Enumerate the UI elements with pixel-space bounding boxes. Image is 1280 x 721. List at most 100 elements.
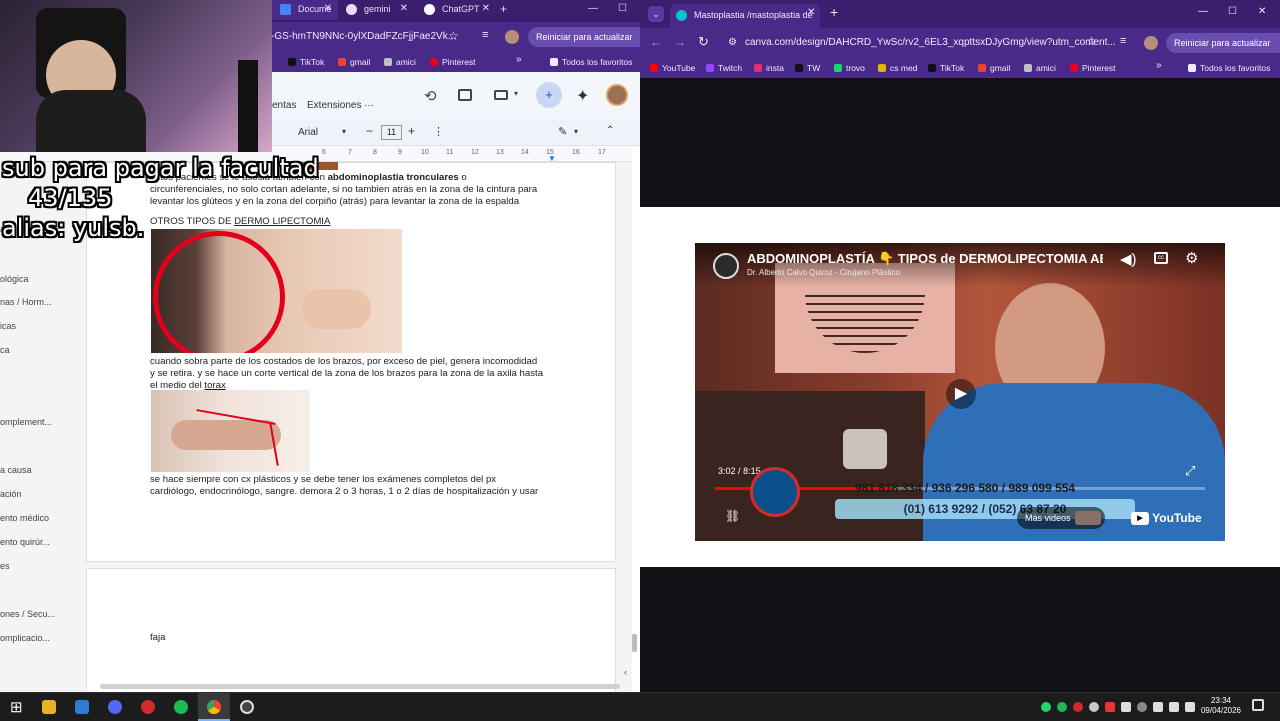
arm-image[interactable] [151, 229, 402, 353]
whatsapp-icon[interactable] [1041, 702, 1051, 712]
close-icon[interactable]: ✕ [324, 0, 332, 18]
minimize-icon[interactable]: — [1198, 6, 1208, 17]
pencil-icon[interactable]: ✎ [558, 125, 567, 138]
youtube-embed[interactable]: ABDOMINOPLASTÍA 👇 TIPOS de DERMOLIPECTOM… [695, 243, 1225, 541]
font-size-input[interactable]: 11 [381, 125, 402, 140]
bookmark-gmail[interactable]: gmail [338, 55, 370, 69]
menu-tools[interactable]: entas [272, 100, 296, 111]
bookmark-amici[interactable]: amici [384, 55, 416, 69]
app-tray-icon[interactable] [1105, 702, 1115, 712]
gemini-icon[interactable]: ✦ [576, 86, 589, 106]
forward-icon[interactable]: → [674, 35, 686, 49]
settings-icon[interactable]: ⚙ [1185, 249, 1198, 267]
bookmark-pinterest[interactable]: Pinterest [1070, 61, 1116, 75]
history-icon[interactable]: ⟲ [424, 87, 437, 105]
reload-icon[interactable]: ↻ [698, 34, 709, 50]
outline-item[interactable]: omplicacio... [0, 633, 50, 643]
close-window-icon[interactable]: ✕ [1258, 6, 1266, 17]
arm-image-2[interactable] [151, 390, 310, 472]
meet-icon[interactable] [494, 90, 508, 100]
outline-item[interactable]: a causa [0, 465, 32, 475]
play-icon[interactable]: ▶ [946, 379, 976, 409]
bookmark-pinterest[interactable]: Pinterest [430, 55, 476, 69]
account-avatar[interactable] [606, 84, 628, 106]
bookmark-tiktok[interactable]: TikTok [288, 55, 324, 69]
chevron-right-icon[interactable]: » [1156, 60, 1162, 71]
star-icon[interactable]: ☆ [448, 29, 459, 43]
font-selector[interactable]: Arial [298, 127, 318, 138]
file-explorer-icon[interactable] [42, 700, 56, 714]
windows-start-icon[interactable]: ⊞ [10, 698, 23, 716]
outline-item[interactable]: icas [0, 321, 16, 331]
discord-icon[interactable] [108, 700, 122, 714]
outline-item[interactable]: ento médico [0, 513, 49, 523]
bookmark-cs-med[interactable]: cs med [878, 61, 917, 75]
volume-tray-icon[interactable] [1185, 702, 1195, 712]
minimize-icon[interactable]: — [588, 3, 598, 14]
menu-extensions[interactable]: Extensiones [307, 100, 361, 111]
notifications-icon[interactable] [1252, 699, 1264, 711]
outline-item[interactable]: ones / Secu... [0, 609, 55, 619]
fullscreen-icon[interactable]: ⤢ [1185, 463, 1195, 479]
star-icon[interactable]: ☆ [1086, 34, 1097, 48]
document-page[interactable] [86, 568, 616, 692]
wifi-icon[interactable] [1169, 702, 1179, 712]
menu-more-icon[interactable]: … [364, 98, 374, 109]
link-icon[interactable]: ⛓ [725, 509, 740, 523]
store-icon[interactable] [75, 700, 89, 714]
more-options-icon[interactable]: ⋮ [433, 125, 444, 138]
site-info-icon[interactable]: ⚙ [728, 37, 737, 48]
video-channel[interactable]: Dr. Alberto Calvo Quiroz - Cirujano Plás… [747, 268, 900, 277]
maximize-icon[interactable]: ☐ [618, 3, 627, 14]
increase-size-icon[interactable]: + [408, 124, 415, 138]
queue-icon[interactable]: ≡ [482, 29, 488, 41]
chevron-right-icon[interactable]: » [516, 54, 522, 65]
bookmark-tiktok[interactable]: TikTok [928, 61, 964, 75]
bookmark-amici[interactable]: amici [1024, 61, 1056, 75]
obs-icon[interactable] [240, 700, 254, 714]
app-tray-icon[interactable] [1137, 702, 1147, 712]
discord-tray-icon[interactable] [1089, 702, 1099, 712]
horizontal-scrollbar[interactable] [100, 684, 620, 689]
captions-icon[interactable]: cc [1154, 252, 1168, 264]
vertical-scrollbar[interactable] [632, 634, 637, 652]
outline-item[interactable]: ación [0, 489, 22, 499]
tab-canva[interactable]: Mastoplastia /mastoplastia de [670, 4, 820, 28]
decrease-size-icon[interactable]: − [366, 124, 373, 138]
tab-docs[interactable]: Docume ✕ [272, 0, 338, 20]
close-icon[interactable]: ✕ [807, 7, 815, 18]
outline-item[interactable]: omplement... [0, 417, 52, 427]
chevron-down-icon[interactable]: ▾ [574, 127, 578, 136]
close-icon[interactable]: ✕ [400, 0, 408, 18]
comment-icon[interactable] [458, 89, 472, 101]
recorder-tray-icon[interactable] [1073, 702, 1083, 712]
tab-gemini[interactable]: gemini ✕ [338, 0, 414, 20]
url-text[interactable]: canva.com/design/DAHCRD_YwSc/rv2_6EL3_xq… [745, 37, 1116, 48]
bookmark-insta[interactable]: insta [754, 61, 784, 75]
chrome-taskbar-active[interactable] [198, 693, 230, 721]
volume-icon[interactable]: ◀) [1120, 250, 1137, 268]
collapse-icon[interactable]: ⌃ [606, 125, 614, 136]
more-videos-button[interactable]: Más videos [1017, 507, 1105, 529]
chevron-down-icon[interactable]: ▾ [514, 89, 518, 98]
outline-item[interactable]: es [0, 561, 10, 571]
all-favorites[interactable]: Todos los favoritos [1188, 61, 1270, 75]
outline-item[interactable]: ento quirúr... [0, 537, 50, 547]
queue-icon[interactable]: ≡ [1120, 35, 1126, 47]
recorder-icon[interactable] [141, 700, 155, 714]
profile-avatar[interactable] [505, 30, 519, 44]
collapse-side-icon[interactable]: ‹ [624, 667, 627, 677]
clock[interactable]: 23:34 09/04/2026 [1196, 696, 1246, 716]
bookmark-tw[interactable]: TW [795, 61, 820, 75]
bookmark-youtube[interactable]: YouTube [650, 61, 695, 75]
bookmark-trovo[interactable]: trovo [834, 61, 865, 75]
maximize-icon[interactable]: ☐ [1228, 6, 1237, 17]
outline-item[interactable]: nas / Horm... [0, 297, 52, 307]
spotify-tray-icon[interactable] [1057, 702, 1067, 712]
outline-item[interactable]: ca [0, 345, 10, 355]
url-text[interactable]: x-GS-hmTN9NNc-0ylXDadFZcFjjFae2Vk... [266, 28, 466, 46]
youtube-logo[interactable]: ▶ YouTube [1131, 511, 1202, 526]
close-icon[interactable]: ✕ [482, 0, 490, 18]
all-favorites[interactable]: Todos los favoritos [550, 55, 632, 69]
restart-button[interactable]: Reiniciar para actualizar ⋮ [1166, 33, 1280, 53]
